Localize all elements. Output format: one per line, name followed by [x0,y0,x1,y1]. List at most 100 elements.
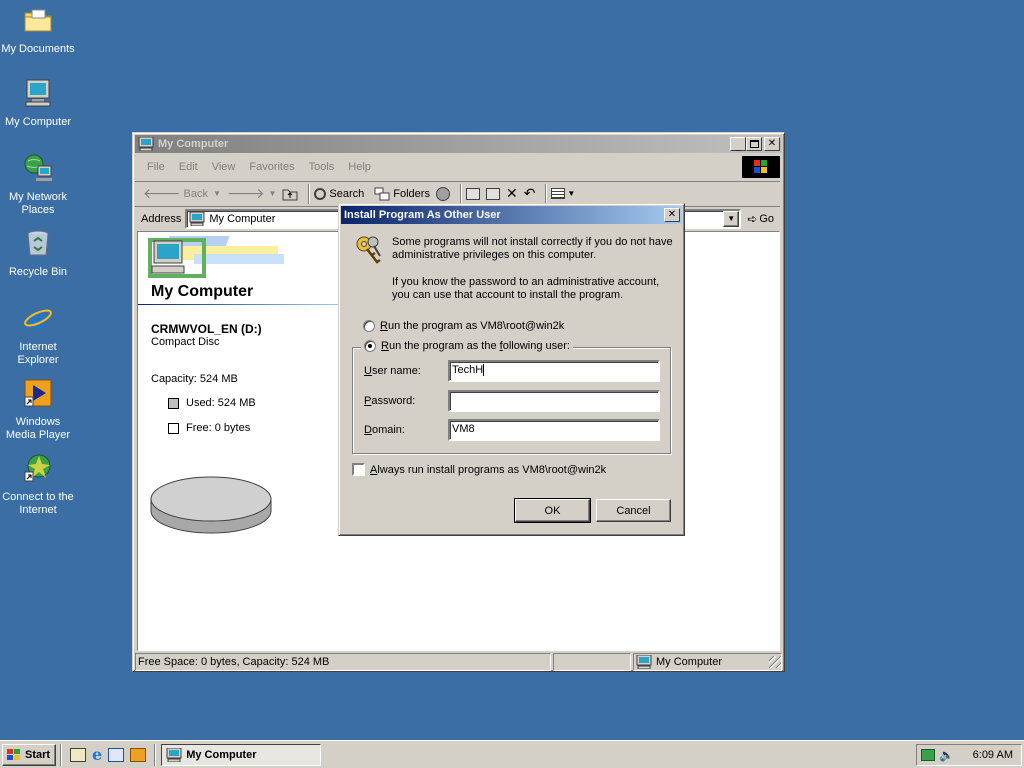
computer-icon [166,747,182,762]
desktop-icon-my-documents[interactable]: My Documents [0,4,76,56]
computer-icon [636,655,652,669]
history-button[interactable] [435,186,450,201]
desktop-icon-label: Connect to the Internet [2,491,74,516]
chevron-down-icon: ▼ [567,189,576,198]
radio-run-as-current[interactable]: Run the program as VM8\root@win2k [363,320,564,332]
desktop-icon-label: My Documents [1,43,75,55]
close-button[interactable]: ✕ [764,137,780,151]
label-text: assword: [371,395,416,407]
menu-edit[interactable]: Edit [179,161,198,173]
radio-label-text: ollowing user: [502,340,570,352]
history-icon [435,186,450,201]
task-label: My Computer [186,748,257,761]
radio-button[interactable] [364,340,376,352]
menu-bar: File Edit View Favorites Tools Help [135,155,780,179]
radio-run-as-other[interactable]: Run the program as the following user: [361,340,573,352]
menu-file[interactable]: File [147,161,165,173]
windows-logo-icon [742,156,780,178]
up-folder-button[interactable] [282,187,298,201]
username-value: TechH [452,364,484,376]
radio-run-as-other-label: Run the program as the following user: [381,340,570,352]
address-dropdown-button[interactable]: ▼ [723,210,740,227]
dialog-close-button[interactable]: ✕ [664,208,680,222]
network-icon [24,154,52,181]
menu-tools[interactable]: Tools [309,161,335,173]
media-player-icon[interactable] [130,747,147,762]
back-arrow-icon: 🡐 [143,185,181,201]
maximize-button[interactable] [746,137,762,151]
password-field[interactable] [448,390,660,412]
desktop-icon-my-network-places[interactable]: My Network Places [0,152,76,217]
copy-to-button[interactable] [485,187,500,200]
folders-button[interactable]: Folders [374,187,430,201]
disk-usage-pie [150,476,272,534]
page-title: My Computer [151,283,254,300]
desktop-icon-label: My Computer [4,116,72,128]
keys-icon [356,236,381,264]
system-tray: 🔈 6:09 AM [916,743,1022,766]
copy-to-icon [485,187,500,200]
username-label: User name: [364,365,421,377]
desktop-icon-label: Internet Explorer [17,341,59,366]
always-run-label: Always run install programs as VM8\root@… [370,464,606,476]
menu-favorites[interactable]: Favorites [249,161,294,173]
domain-field[interactable]: VM8 [448,419,660,441]
network-tray-icon[interactable] [921,748,935,761]
undo-icon: ↶ [523,185,536,201]
up-folder-icon [282,189,298,200]
taskbar-separator [60,743,62,766]
desktop-icon-internet-explorer[interactable]: e Internet Explorer [0,302,76,367]
free-swatch [168,422,179,434]
ok-button[interactable]: OK [514,498,591,523]
computer-icon [189,211,205,226]
toolbar: 🡐 Back ▼ 🡒 ▼ Search Folders ✕ ↶ ▼ [135,181,780,205]
desktop-icon-my-computer[interactable]: My Computer [0,77,76,129]
used-label: Used: 524 MB [186,397,256,409]
dialog-message-1: Some programs will not install correctly… [392,236,673,261]
taskbar: Start e My Computer 🔈 6:09 AM [0,740,1024,768]
views-button[interactable]: ▼ [551,188,575,199]
drive-capacity: Capacity: 524 MB [151,373,238,385]
folders-label: Folders [393,187,430,200]
go-button[interactable]: ➪ Go [747,212,774,226]
menu-help[interactable]: Help [348,161,371,173]
task-button-my-computer[interactable]: My Computer [161,743,322,766]
move-to-icon [465,187,480,200]
show-desktop-icon[interactable] [70,747,86,762]
computer-icon [25,79,51,107]
minimize-button[interactable]: _ [730,137,746,152]
desktop-icon-recycle-bin[interactable]: Recycle Bin [0,227,76,279]
cancel-button[interactable]: Cancel [596,499,671,522]
undo-button[interactable]: ↶ [524,185,536,202]
username-field[interactable]: TechH [448,360,660,382]
checkbox[interactable] [352,463,365,476]
clock[interactable]: 6:09 AM [973,749,1013,761]
status-pane-middle [553,653,631,671]
dialog-title: Install Program As Other User [344,209,501,221]
desktop-icon-windows-media-player[interactable]: Windows Media Player [0,377,76,442]
radio-button[interactable] [363,320,375,332]
forward-arrow-icon: 🡒 [226,185,265,201]
desktop-icon-connect-to-internet[interactable]: Connect to the Internet [0,452,76,517]
internet-explorer-icon[interactable]: e [92,746,102,762]
recycle-bin-icon [27,230,49,256]
address-label: Address [141,212,182,225]
free-label: Free: 0 bytes [186,422,251,434]
forward-button[interactable]: 🡒 ▼ [227,185,276,202]
delete-button[interactable]: ✕ [506,185,518,202]
folders-icon [374,187,390,200]
label-accel: D [364,424,372,436]
explorer-titlebar[interactable]: My Computer _ ✕ [135,135,782,153]
desktop-icon-label: Windows Media Player [5,416,71,441]
always-run-checkbox[interactable]: Always run install programs as VM8\root@… [352,463,606,476]
volume-icon[interactable]: 🔈 [939,748,954,762]
outlook-express-icon[interactable] [108,747,125,762]
move-to-button[interactable] [465,187,480,200]
back-button[interactable]: 🡐 Back ▼ [143,185,221,202]
menu-view[interactable]: View [212,161,236,173]
connect-internet-icon [24,454,51,482]
dialog-titlebar[interactable]: Install Program As Other User ✕ [341,206,682,224]
taskbar-separator [154,743,157,766]
search-button[interactable]: Search [314,187,364,200]
start-button[interactable]: Start [2,743,56,766]
